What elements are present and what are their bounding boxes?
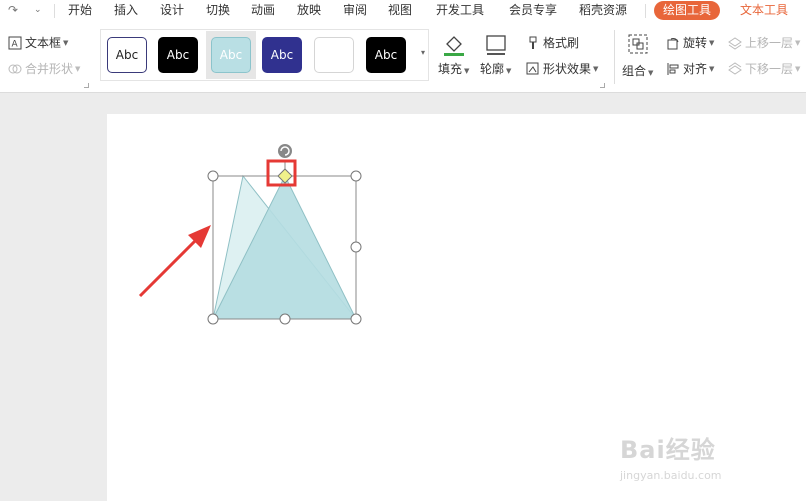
textbox-icon: A: [8, 36, 22, 49]
redo-icon[interactable]: ↷: [8, 3, 18, 17]
format-painter-icon: [529, 36, 537, 49]
svg-text:A: A: [12, 39, 19, 49]
watermark: Bai经验 jingyan.baidu.com: [620, 430, 770, 490]
tab-developer[interactable]: 开发工具: [436, 2, 484, 18]
merge-shapes-button[interactable]: 合并形状 ▼: [8, 60, 80, 77]
style-swatch[interactable]: Abc: [366, 37, 406, 73]
tab-home[interactable]: 开始: [68, 2, 92, 18]
chevron-down-icon: ▼: [464, 67, 470, 75]
group-expand-icon[interactable]: [84, 83, 89, 88]
fill-label: 填充: [438, 62, 463, 76]
tab-review[interactable]: 审阅: [343, 2, 367, 18]
chevron-down-icon: ▼: [709, 64, 715, 73]
textbox-button[interactable]: A 文本框 ▼: [8, 34, 68, 51]
tab-view[interactable]: 视图: [388, 2, 412, 18]
chevron-down-icon: ▼: [593, 64, 599, 73]
style-swatch[interactable]: Abc: [158, 37, 198, 73]
shape-effects-icon: [526, 62, 539, 74]
align-label: 对齐: [683, 62, 708, 76]
menu-bar: ↷ ⌄ 开始 插入 设计 切换 动画 放映 审阅 视图 开发工具 会员专享 稻壳…: [0, 0, 806, 22]
align-button[interactable]: 对齐 ▼: [666, 60, 714, 77]
rotate-icon: [667, 37, 679, 49]
chevron-down-icon: ▼: [63, 38, 69, 47]
tab-docer-resources[interactable]: 稻壳资源: [579, 2, 627, 18]
shape-effects-button[interactable]: 形状效果 ▼: [526, 60, 598, 77]
outline-icon: [486, 35, 506, 55]
style-swatch[interactable]: Abc: [211, 37, 251, 73]
fill-button[interactable]: 填充 ▼: [438, 32, 469, 77]
watermark-logo: Bai经验: [620, 436, 716, 464]
tab-member[interactable]: 会员专享: [509, 2, 557, 18]
merge-shapes-label: 合并形状: [25, 62, 74, 76]
style-swatch[interactable]: [314, 37, 354, 73]
group-label: 组合: [622, 64, 647, 78]
tab-design[interactable]: 设计: [160, 2, 184, 18]
chevron-down-icon: ▼: [709, 38, 715, 47]
chevron-down-icon: ▼: [648, 69, 654, 77]
tab-slideshow[interactable]: 放映: [297, 2, 321, 18]
tab-drawing-tools[interactable]: 绘图工具: [654, 1, 721, 20]
bring-forward-label: 上移一层: [745, 36, 794, 50]
divider: [54, 4, 55, 18]
format-painter-label: 格式刷: [543, 36, 580, 50]
outline-label: 轮廓: [480, 62, 505, 76]
tab-transitions[interactable]: 切换: [206, 2, 230, 18]
align-icon: [667, 62, 679, 75]
outline-button[interactable]: 轮廓 ▼: [480, 34, 511, 77]
bring-forward-icon: [728, 36, 742, 50]
divider: [614, 30, 615, 84]
shape-effects-label: 形状效果: [543, 62, 592, 76]
rotate-label: 旋转: [683, 36, 708, 50]
chevron-down-icon: ▼: [795, 64, 801, 73]
send-backward-icon: [728, 61, 742, 75]
chevron-down-icon: ▼: [506, 67, 512, 75]
style-swatch[interactable]: Abc: [107, 37, 147, 73]
textbox-label: 文本框: [25, 36, 62, 50]
bring-forward-button[interactable]: 上移一层 ▼: [728, 34, 800, 51]
send-backward-button[interactable]: 下移一层 ▼: [728, 60, 800, 77]
tab-insert[interactable]: 插入: [114, 2, 138, 18]
group-button[interactable]: 组合 ▼: [622, 32, 653, 79]
divider: [645, 4, 646, 18]
rotate-button[interactable]: 旋转 ▼: [666, 34, 714, 51]
fill-bucket-icon: [443, 36, 464, 56]
gallery-more-icon[interactable]: ▾: [421, 48, 425, 57]
chevron-down-icon[interactable]: ⌄: [34, 5, 42, 15]
format-painter-button[interactable]: 格式刷: [526, 34, 579, 51]
shape-style-gallery: Abc Abc Abc Abc Abc ▾: [100, 29, 429, 81]
group-icon: [628, 34, 648, 54]
tab-text-tools[interactable]: 文本工具: [740, 2, 788, 18]
ribbon: A 文本框 ▼ 合并形状 ▼ Abc Abc Abc Abc Abc ▾ 填充 ▼ 轮…: [0, 22, 806, 93]
watermark-url: jingyan.baidu.com: [620, 469, 722, 482]
chevron-down-icon: ▼: [75, 64, 81, 73]
tab-animations[interactable]: 动画: [251, 2, 275, 18]
merge-shapes-icon: [8, 64, 22, 73]
send-backward-label: 下移一层: [745, 62, 794, 76]
group-expand-icon[interactable]: [600, 83, 605, 88]
chevron-down-icon: ▼: [795, 38, 801, 47]
style-swatch[interactable]: Abc: [262, 37, 302, 73]
